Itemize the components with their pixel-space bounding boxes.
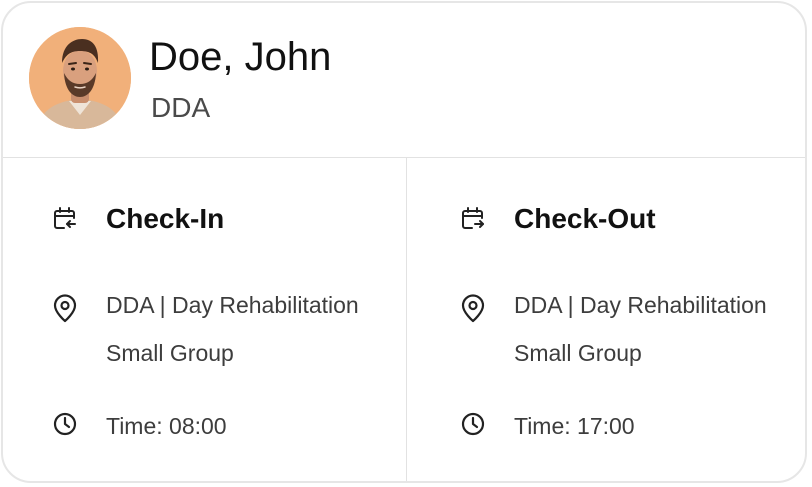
check-in-time: Time: 08:00 [106, 413, 227, 439]
person-name: Doe, John [149, 35, 332, 79]
check-out-section: Check-Out DDA | Day Rehabilitation Small… [411, 158, 805, 481]
person-program: DDA [151, 92, 211, 123]
avatar [29, 27, 131, 129]
check-out-time: Time: 17:00 [514, 413, 635, 439]
calendar-arrow-in-icon [51, 205, 79, 233]
check-in-title: Check-In [106, 203, 225, 234]
clock-icon [52, 411, 80, 439]
calendar-arrow-out-icon [459, 205, 487, 233]
check-in-location-detail: Small Group [106, 340, 234, 366]
map-pin-icon [51, 294, 79, 323]
check-out-location-detail: Small Group [514, 340, 642, 366]
attendance-card: Doe, John DDA Check-In DDA | Day Rehabil… [1, 1, 807, 483]
person-header: Doe, John DDA [3, 3, 805, 158]
map-pin-icon [459, 294, 487, 323]
check-in-section: Check-In DDA | Day Rehabilitation Small … [3, 158, 405, 481]
check-out-location: DDA | Day Rehabilitation [514, 292, 767, 318]
column-divider [406, 158, 407, 481]
check-out-title: Check-Out [514, 203, 656, 234]
avatar-photo [29, 27, 131, 129]
check-in-location: DDA | Day Rehabilitation [106, 292, 359, 318]
clock-icon [460, 411, 488, 439]
